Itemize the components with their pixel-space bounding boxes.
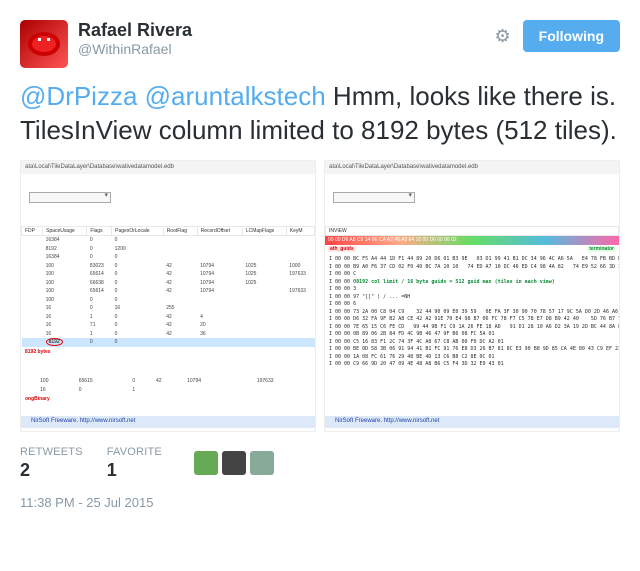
tweet-header: Rafael Rivera @WithinRafael ⚙ Following bbox=[20, 20, 620, 68]
bytes-note: 8192 bytes bbox=[21, 347, 315, 358]
dropdown bbox=[29, 192, 111, 203]
screenshot-2[interactable]: ata\Local\TileDataLayer\Database\watived… bbox=[324, 160, 620, 432]
user-name-block[interactable]: Rafael Rivera @WithinRafael bbox=[78, 20, 495, 57]
tweet-text: @DrPizza @aruntalkstech Hmm, looks like … bbox=[20, 80, 620, 148]
mention-link[interactable]: @aruntalkstech bbox=[145, 81, 326, 111]
binary-note: ongBinary bbox=[25, 396, 50, 402]
display-name: Rafael Rivera bbox=[78, 20, 495, 41]
mini-avatar[interactable] bbox=[194, 451, 218, 475]
faver-avatars bbox=[194, 451, 274, 475]
mini-avatar[interactable] bbox=[222, 451, 246, 475]
avatar[interactable] bbox=[20, 20, 68, 68]
path-bar: ata\Local\TileDataLayer\Database\watived… bbox=[21, 161, 315, 175]
mini-avatar[interactable] bbox=[250, 451, 274, 475]
data-table: FDPSpaceUsageFlagsPagesOrLocaleRootFlagR… bbox=[21, 226, 315, 347]
path-bar: ata\Local\TileDataLayer\Database\watived… bbox=[325, 161, 619, 175]
nirsoft-footer: NirSoft Freeware. http://www.nirsoft.net bbox=[325, 416, 619, 428]
handle: @WithinRafael bbox=[78, 41, 495, 57]
stats-row: RETWEETS 2 FAVORITE 1 bbox=[20, 446, 620, 481]
hex-rows: I 00 00 BC F5 A4 44 1D F1 44 89 20 D6 01… bbox=[325, 253, 619, 372]
header-actions: ⚙ Following bbox=[495, 20, 620, 52]
dropdown bbox=[333, 192, 415, 203]
favorites-stat[interactable]: FAVORITE 1 bbox=[107, 446, 162, 481]
timestamp[interactable]: 11:38 PM - 25 Jul 2015 bbox=[20, 495, 620, 510]
retweets-stat[interactable]: RETWEETS 2 bbox=[20, 446, 83, 481]
nirsoft-footer: NirSoft Freeware. http://www.nirsoft.net bbox=[21, 416, 315, 428]
following-button[interactable]: Following bbox=[523, 20, 620, 52]
gear-icon[interactable]: ⚙ bbox=[495, 26, 511, 47]
tweet-card: Rafael Rivera @WithinRafael ⚙ Following … bbox=[0, 0, 640, 530]
hex-header: 90 00 D6 A8 C9 14 0E CA A2 46 A0 64 10 0… bbox=[325, 236, 619, 245]
media-row: ata\Local\TileDataLayer\Database\watived… bbox=[20, 160, 620, 432]
mention-link[interactable]: @DrPizza bbox=[20, 81, 137, 111]
screenshot-1[interactable]: ata\Local\TileDataLayer\Database\watived… bbox=[20, 160, 316, 432]
